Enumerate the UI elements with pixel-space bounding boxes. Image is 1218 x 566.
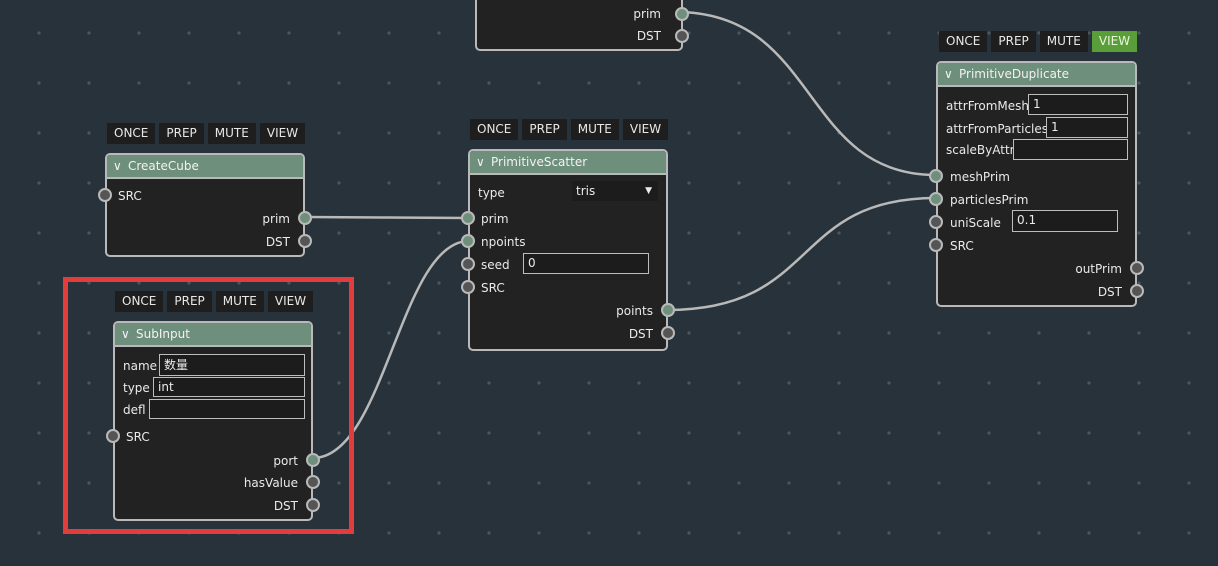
- primitive-scatter-src-label: SRC: [481, 281, 505, 295]
- primitive-scatter-points-output-label: points: [616, 304, 653, 318]
- primitive-scatter-npoints-input-socket[interactable]: [461, 234, 475, 248]
- wire-cube-prim-to-scatter-prim: [304, 215, 470, 220]
- primitive-scatter-once-button[interactable]: ONCE: [470, 119, 519, 140]
- primitive-scatter-seed-input-socket[interactable]: [461, 257, 475, 271]
- create-cube-once-button[interactable]: ONCE: [107, 123, 156, 144]
- primitive-scatter-src-input-socket[interactable]: [461, 280, 475, 294]
- collapse-chevron-icon[interactable]: ∨: [113, 159, 123, 173]
- primitive-scatter-npoints-label: npoints: [481, 235, 526, 249]
- primitive-scatter-prep-button[interactable]: PREP: [522, 119, 567, 140]
- wire-top-prim-to-duplicate-mesh: [675, 10, 937, 177]
- primitive-duplicate-particles-prim-input-socket[interactable]: [929, 192, 943, 206]
- create-cube-src-label: SRC: [118, 189, 142, 203]
- primitive-duplicate-mesh-prim-label: meshPrim: [950, 170, 1010, 184]
- primitive-duplicate-once-button[interactable]: ONCE: [939, 31, 988, 52]
- primitive-scatter-title: PrimitiveScatter: [491, 155, 588, 169]
- create-cube-dst-output-label: DST: [265, 235, 290, 249]
- primitive-scatter-prim-label: prim: [481, 212, 509, 226]
- create-cube-title: CreateCube: [128, 159, 199, 173]
- create-cube-header[interactable]: ∨ CreateCube: [107, 155, 303, 179]
- primitive-scatter-type-value: tris: [576, 184, 596, 198]
- primitive-duplicate-src-label: SRC: [950, 239, 974, 253]
- primitive-duplicate-header[interactable]: ∨ PrimitiveDuplicate: [938, 63, 1135, 87]
- primitive-duplicate-view-button[interactable]: VIEW: [1091, 31, 1138, 52]
- primitive-scatter-mute-button[interactable]: MUTE: [570, 119, 619, 140]
- primitive-duplicate-attr-from-mesh-label: attrFromMesh: [946, 99, 1030, 113]
- primitive-duplicate-attr-from-particles-field[interactable]: 1: [1046, 117, 1128, 138]
- primitive-duplicate-title: PrimitiveDuplicate: [959, 67, 1070, 81]
- create-cube-node[interactable]: ∨ CreateCube SRC prim DST: [98, 153, 312, 257]
- primitive-duplicate-uni-scale-field[interactable]: 0.1: [1012, 210, 1118, 232]
- primitive-scatter-dst-output-socket[interactable]: [661, 326, 675, 340]
- top-prim-output-label: prim: [633, 7, 661, 21]
- create-cube-prim-output-socket[interactable]: [298, 211, 312, 225]
- primitive-duplicate-particles-prim-label: particlesPrim: [950, 193, 1029, 207]
- primitive-duplicate-attr-from-particles-label: attrFromParticles: [946, 122, 1049, 136]
- top-prim-output-socket[interactable]: [675, 7, 689, 21]
- primitive-scatter-prim-input-socket[interactable]: [461, 211, 475, 225]
- selection-highlight-box: [63, 277, 354, 534]
- primitive-duplicate-dst-output-label: DST: [1097, 285, 1122, 299]
- create-cube-prep-button[interactable]: PREP: [159, 123, 204, 144]
- primitive-scatter-view-button[interactable]: VIEW: [622, 119, 669, 140]
- primitive-scatter-points-output-socket[interactable]: [661, 303, 675, 317]
- primitive-duplicate-uni-scale-input-socket[interactable]: [929, 215, 943, 229]
- create-cube-dst-output-socket[interactable]: [298, 234, 312, 248]
- create-cube-prim-output-label: prim: [262, 212, 290, 226]
- primitive-duplicate-scale-by-attr-field[interactable]: [1013, 139, 1128, 160]
- primitive-duplicate-mute-button[interactable]: MUTE: [1039, 31, 1088, 52]
- top-node[interactable]: prim DST: [475, 0, 689, 51]
- primitive-duplicate-dst-output-socket[interactable]: [1130, 284, 1144, 298]
- primitive-duplicate-attr-from-mesh-field[interactable]: 1: [1028, 94, 1128, 115]
- top-dst-output-socket[interactable]: [675, 29, 689, 43]
- primitive-scatter-node[interactable]: ∨ PrimitiveScatter type tris ▼ prim npoi…: [461, 149, 675, 351]
- primitive-duplicate-out-prim-output-socket[interactable]: [1130, 261, 1144, 275]
- collapse-chevron-icon[interactable]: ∨: [944, 67, 954, 81]
- primitive-duplicate-toolbar: ONCE PREP MUTE VIEW: [939, 31, 1138, 52]
- top-dst-output-label: DST: [636, 29, 661, 43]
- primitive-duplicate-prep-button[interactable]: PREP: [991, 31, 1036, 52]
- primitive-scatter-type-label: type: [478, 186, 505, 200]
- create-cube-toolbar: ONCE PREP MUTE VIEW: [107, 123, 306, 144]
- primitive-scatter-dst-output-label: DST: [628, 327, 653, 341]
- primitive-scatter-header[interactable]: ∨ PrimitiveScatter: [470, 151, 666, 175]
- collapse-chevron-icon[interactable]: ∨: [476, 155, 486, 169]
- primitive-duplicate-uni-scale-label: uniScale: [950, 216, 1001, 230]
- dropdown-caret-icon: ▼: [645, 186, 652, 196]
- primitive-scatter-seed-field[interactable]: 0: [523, 253, 649, 274]
- primitive-scatter-seed-label: seed: [481, 258, 510, 272]
- create-cube-mute-button[interactable]: MUTE: [207, 123, 256, 144]
- primitive-duplicate-scale-by-attr-label: scaleByAttr: [946, 143, 1015, 157]
- primitive-scatter-type-select[interactable]: tris ▼: [572, 181, 658, 201]
- primitive-duplicate-src-input-socket[interactable]: [929, 238, 943, 252]
- primitive-duplicate-node[interactable]: ∨ PrimitiveDuplicate attrFromMesh 1 attr…: [929, 61, 1144, 307]
- primitive-scatter-toolbar: ONCE PREP MUTE VIEW: [470, 119, 669, 140]
- create-cube-view-button[interactable]: VIEW: [259, 123, 306, 144]
- create-cube-src-input-socket[interactable]: [98, 188, 112, 202]
- primitive-duplicate-mesh-prim-input-socket[interactable]: [929, 169, 943, 183]
- primitive-duplicate-out-prim-output-label: outPrim: [1075, 262, 1122, 276]
- wire-scatter-points-to-duplicate-particles: [666, 196, 937, 312]
